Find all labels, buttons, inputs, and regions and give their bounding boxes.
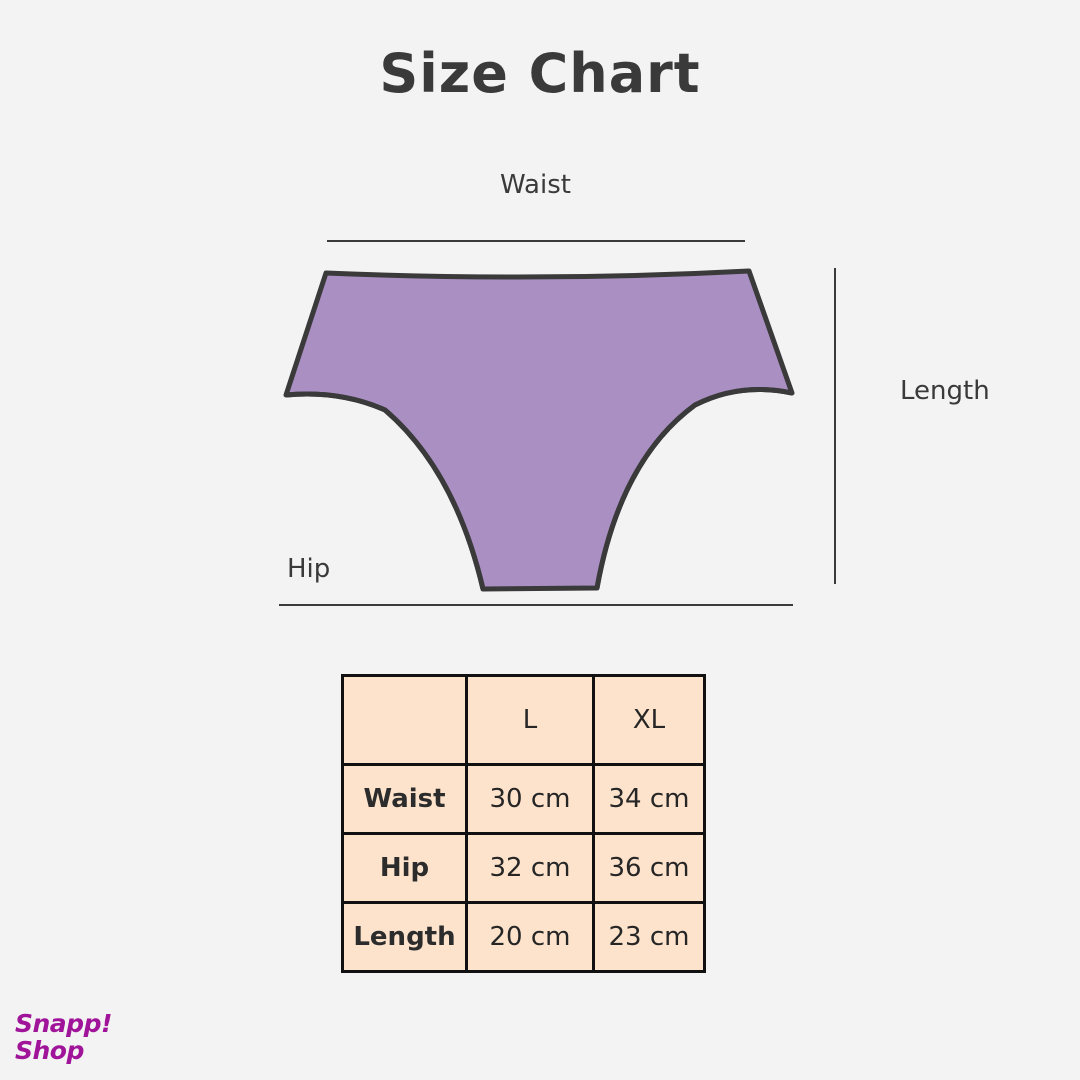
cell-length-xl: 23 cm <box>592 901 706 973</box>
row-label-length: Length <box>341 901 468 973</box>
length-label: Length <box>900 376 990 406</box>
cell-waist-l: 30 cm <box>465 763 595 835</box>
cell-hip-xl: 36 cm <box>592 832 706 904</box>
briefs-body <box>283 268 795 592</box>
cell-waist-xl: 34 cm <box>592 763 706 835</box>
hip-label: Hip <box>287 554 331 584</box>
table-header-xl: XL <box>592 674 706 766</box>
table-row: Length 20 cm 23 cm <box>341 901 706 973</box>
cell-length-l: 20 cm <box>465 901 595 973</box>
logo-line-2: Shop <box>15 1036 84 1065</box>
hip-measure-line <box>279 604 793 606</box>
table-header-l: L <box>465 674 595 766</box>
length-measure-line <box>834 268 836 584</box>
row-label-waist: Waist <box>341 763 468 835</box>
table-row: Waist 30 cm 34 cm <box>341 763 706 835</box>
row-label-hip: Hip <box>341 832 468 904</box>
table-header-empty <box>341 674 468 766</box>
brand-logo: Snapp! Shop <box>15 1010 112 1064</box>
logo-line-1: Snapp! <box>15 1009 112 1038</box>
size-table: L XL Waist 30 cm 34 cm Hip 32 cm 36 cm L… <box>341 674 706 973</box>
table-header-row: L XL <box>341 674 706 766</box>
cell-hip-l: 32 cm <box>465 832 595 904</box>
table-row: Hip 32 cm 36 cm <box>341 832 706 904</box>
